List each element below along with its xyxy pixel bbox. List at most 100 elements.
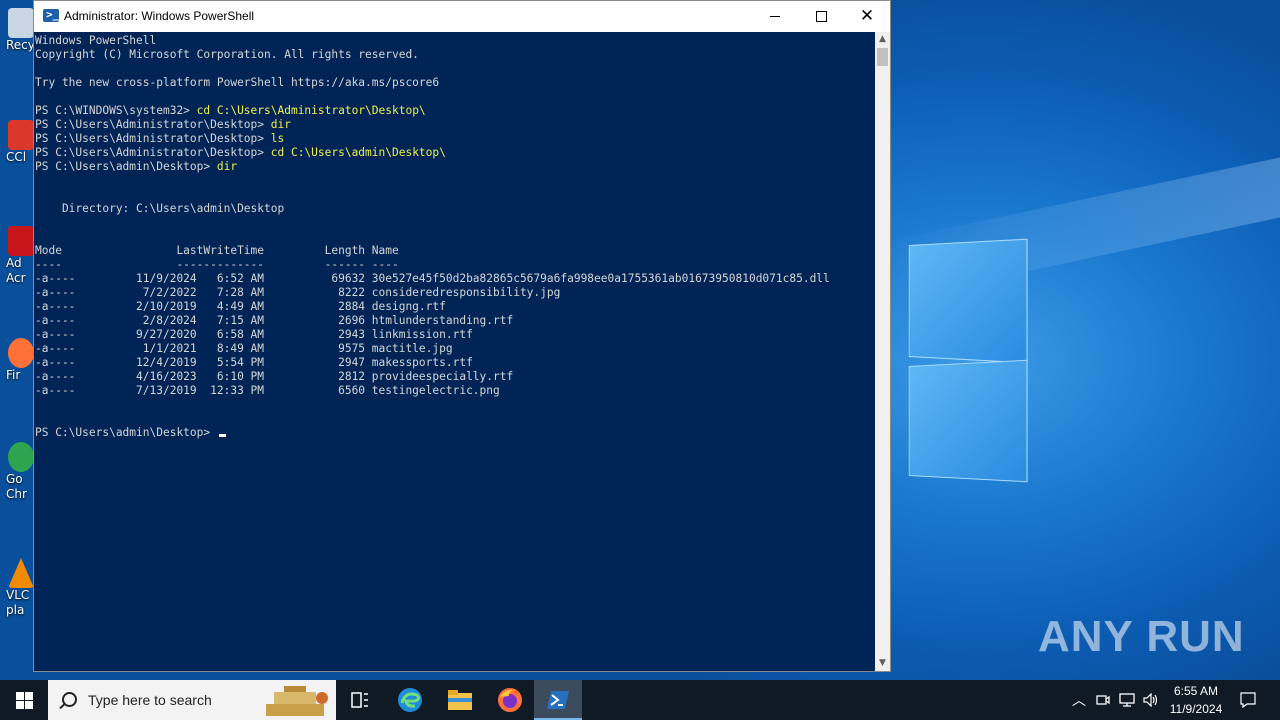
network-button[interactable] xyxy=(1116,680,1138,720)
console-text: ---- ------------- ------ ---- xyxy=(35,258,399,271)
firefox-icon xyxy=(498,688,522,712)
console-text: -a---- 11/9/2024 6:52 AM 69632 30e527e45… xyxy=(35,272,830,285)
vertical-scrollbar[interactable]: ▲ ▼ xyxy=(875,32,890,671)
desktop-icon-chrome[interactable]: Go Chr xyxy=(0,442,34,502)
notification-center-button[interactable] xyxy=(1234,680,1262,720)
meet-now-button[interactable] xyxy=(1092,680,1114,720)
taskbar-search-box[interactable]: Type here to search xyxy=(48,680,336,720)
console-line: -a---- 12/4/2019 5:54 PM 2947 makessport… xyxy=(35,356,473,370)
chevron-up-icon: ︿ xyxy=(1072,693,1086,709)
desktop-icon-firefox[interactable]: Fir xyxy=(0,338,34,383)
adobe-acrobat-icon xyxy=(8,226,34,256)
scroll-down-arrow-icon[interactable]: ▼ xyxy=(875,656,890,671)
maximize-icon xyxy=(815,11,827,22)
start-button[interactable] xyxy=(0,680,48,720)
console-text: PS C:\Users\Administrator\Desktop> xyxy=(35,118,271,131)
console-text: -a---- 1/1/2021 8:49 AM 9575 mactitle.jp… xyxy=(35,342,453,355)
text-cursor xyxy=(218,434,226,437)
desktop-icon-label: Recy xyxy=(6,38,35,52)
console-line: -a---- 2/8/2024 7:15 AM 2696 htmlunderst… xyxy=(35,314,513,328)
window-title: Administrator: Windows PowerShell xyxy=(64,9,255,23)
console-line: -a---- 1/1/2021 8:49 AM 9575 mactitle.jp… xyxy=(35,342,453,356)
chrome-icon xyxy=(8,442,34,472)
desktop-icon-vlc[interactable]: VLC pla xyxy=(0,558,34,618)
task-view-button[interactable] xyxy=(336,680,384,720)
taskbar-clock[interactable]: 6:55 AM 11/9/2024 xyxy=(1162,682,1230,718)
search-icon xyxy=(62,692,77,707)
close-icon: ✕ xyxy=(859,6,875,26)
close-button[interactable]: ✕ xyxy=(844,1,890,32)
search-highlight-illustration-icon xyxy=(260,684,330,716)
console-line: -a---- 7/2/2022 7:28 AM 8222 consideredr… xyxy=(35,286,560,300)
console-line: Windows PowerShell xyxy=(35,34,156,48)
console-command: ls xyxy=(270,132,285,145)
notification-icon xyxy=(1240,692,1256,708)
console-text: PS C:\Users\admin\Desktop> xyxy=(35,426,217,439)
desktop-icon-ccleaner[interactable]: CCl xyxy=(0,120,34,165)
taskbar-powershell[interactable] xyxy=(534,680,582,720)
console-line: ---- ------------- ------ ---- xyxy=(35,258,399,272)
ccleaner-icon xyxy=(8,120,34,150)
console-line: -a---- 2/10/2019 4:49 AM 2884 designg.rt… xyxy=(35,300,446,314)
vlc-icon xyxy=(8,558,34,588)
show-hidden-icons-button[interactable]: ︿ xyxy=(1068,680,1090,720)
console-text: -a---- 2/8/2024 7:15 AM 2696 htmlunderst… xyxy=(35,314,514,327)
desktop-icon-label: Fir xyxy=(6,368,21,382)
console-command: dir xyxy=(270,118,291,131)
recycle-bin-icon xyxy=(8,8,34,38)
scroll-up-arrow-icon[interactable]: ▲ xyxy=(875,32,890,47)
search-placeholder: Type here to search xyxy=(88,692,212,708)
console-command: dir xyxy=(216,160,238,173)
console-text: Try the new cross-platform PowerShell ht… xyxy=(35,76,440,89)
console-text: PS C:\Users\admin\Desktop> xyxy=(35,160,217,173)
meet-now-icon xyxy=(1096,695,1110,705)
powershell-icon: >_ xyxy=(43,8,59,22)
taskbar-firefox[interactable] xyxy=(486,680,534,720)
desktop-icon-label: VLC pla xyxy=(6,588,30,617)
title-bar[interactable]: >_ Administrator: Windows PowerShell ✕ xyxy=(34,1,890,32)
volume-icon xyxy=(1143,693,1158,707)
volume-button[interactable] xyxy=(1140,680,1162,720)
console-text: Copyright (C) Microsoft Corporation. All… xyxy=(35,48,419,61)
console-line: PS C:\Users\admin\Desktop> xyxy=(35,426,226,440)
file-explorer-icon xyxy=(448,690,472,710)
console-line: PS C:\Users\Administrator\Desktop> cd C:… xyxy=(35,146,446,160)
powershell-window[interactable]: >_ Administrator: Windows PowerShell ✕ W… xyxy=(33,0,891,672)
console-text: Windows PowerShell xyxy=(35,34,157,47)
edge-icon xyxy=(398,688,422,712)
console-text: -a---- 7/2/2022 7:28 AM 8222 consideredr… xyxy=(35,286,561,299)
console-text: -a---- 12/4/2019 5:54 PM 2947 makessport… xyxy=(35,356,473,369)
anyrun-watermark: ANY RUN xyxy=(1038,612,1245,661)
desktop-icon-recycle-bin[interactable]: Recy xyxy=(0,8,35,53)
console-line: -a---- 11/9/2024 6:52 AM 69632 30e527e45… xyxy=(35,272,830,286)
firefox-icon xyxy=(8,338,34,368)
console-line: PS C:\Users\Administrator\Desktop> dir xyxy=(35,118,291,132)
powershell-icon xyxy=(547,691,569,709)
clock-date: 11/9/2024 xyxy=(1169,702,1223,716)
taskbar-file-explorer[interactable] xyxy=(436,680,484,720)
wallpaper-logo-pane xyxy=(908,359,1028,483)
console-text: Mode LastWriteTime Length Name xyxy=(35,244,399,257)
taskbar-edge[interactable] xyxy=(386,680,434,720)
console-line: PS C:\Users\Administrator\Desktop> ls xyxy=(35,132,284,146)
console-line: -a---- 9/27/2020 6:58 AM 2943 linkmissio… xyxy=(35,328,473,342)
minimize-button[interactable] xyxy=(752,1,798,32)
console-line: PS C:\Users\admin\Desktop> dir xyxy=(35,160,237,174)
console-output[interactable]: Windows PowerShell Copyright (C) Microsof… xyxy=(35,32,875,671)
console-command: cd C:\Users\Administrator\Desktop\ xyxy=(196,104,426,117)
console-line: PS C:\WINDOWS\system32> cd C:\Users\Admi… xyxy=(35,104,426,118)
task-view-icon xyxy=(351,692,368,708)
console-line: Try the new cross-platform PowerShell ht… xyxy=(35,76,439,90)
desktop-icon-label: CCl xyxy=(6,150,27,164)
desktop-icon-adobe-acrobat[interactable]: Ad Acr xyxy=(0,226,34,286)
taskbar: Type here to search ︿ 6:55 AM 11/9/2024 xyxy=(0,680,1280,720)
console-text: PS C:\WINDOWS\system32> xyxy=(35,104,197,117)
minimize-icon xyxy=(770,16,780,17)
console-line: Copyright (C) Microsoft Corporation. All… xyxy=(35,48,419,62)
console-command: cd C:\Users\admin\Desktop\ xyxy=(270,146,446,159)
scrollbar-thumb[interactable] xyxy=(877,48,888,66)
wallpaper-logo-pane xyxy=(908,238,1028,364)
console-line: -a---- 4/16/2023 6:10 PM 2812 provideesp… xyxy=(35,370,513,384)
console-line: Mode LastWriteTime Length Name xyxy=(35,244,399,258)
maximize-button[interactable] xyxy=(798,1,844,32)
